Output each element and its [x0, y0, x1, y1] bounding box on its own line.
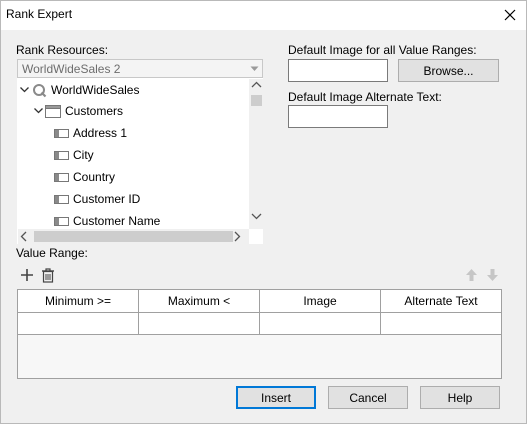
tree-item-label: Address 1 [73, 126, 128, 140]
plus-icon [21, 269, 33, 281]
value-range-table[interactable]: Minimum >= Maximum < Image Alternate Tex… [17, 289, 502, 379]
chevron-down-icon[interactable] [251, 213, 262, 220]
cell-minimum[interactable] [18, 313, 139, 335]
field-icon [54, 194, 69, 204]
tree-item-label: WorldWideSales [51, 83, 140, 97]
help-button[interactable]: Help [420, 386, 500, 409]
table-header: Minimum >= Maximum < Image Alternate Tex… [18, 290, 502, 313]
arrow-down-icon [486, 269, 498, 281]
tree-item-city[interactable]: City [54, 144, 94, 166]
add-range-button[interactable] [18, 266, 36, 284]
query-icon [33, 83, 47, 97]
tree-item-worldwidesales[interactable]: WorldWideSales [18, 79, 139, 101]
cell-maximum[interactable] [139, 313, 260, 335]
title-bar: Rank Expert [1, 1, 526, 30]
field-icon [54, 172, 69, 182]
trash-icon [42, 267, 54, 283]
collapse-toggle[interactable] [32, 105, 44, 117]
close-icon [504, 9, 516, 21]
rank-resources-select[interactable]: WorldWideSales 2 [17, 59, 263, 78]
column-header-maximum[interactable]: Maximum < [139, 290, 260, 313]
rank-resources-label: Rank Resources: [16, 43, 109, 57]
chevron-down-icon [19, 87, 29, 93]
collapse-toggle[interactable] [18, 84, 30, 96]
chevron-up-icon[interactable] [251, 81, 262, 88]
chevron-left-icon[interactable] [20, 231, 27, 242]
field-icon [54, 128, 69, 138]
tree-vertical-scrollbar[interactable] [249, 79, 264, 229]
insert-button[interactable]: Insert [236, 386, 316, 409]
scrollbar-thumb[interactable] [251, 95, 262, 106]
column-header-alternate-text[interactable]: Alternate Text [381, 290, 502, 313]
browse-button[interactable]: Browse... [398, 59, 499, 82]
value-range-label: Value Range: [16, 246, 88, 260]
arrow-up-icon [465, 269, 477, 281]
table-row[interactable] [18, 313, 502, 335]
tree-item-country[interactable]: Country [54, 166, 115, 188]
alt-text-field[interactable] [288, 105, 388, 128]
tree-item-label: Customers [65, 104, 124, 118]
tree-item-label: City [73, 148, 94, 162]
default-image-label: Default Image for all Value Ranges: [288, 43, 477, 57]
default-image-field[interactable] [288, 59, 388, 82]
close-button[interactable] [498, 3, 522, 27]
cell-image[interactable] [260, 313, 381, 335]
delete-range-button[interactable] [39, 266, 57, 284]
tree-item-label: Country [73, 170, 116, 184]
tree-item-address-1[interactable]: Address 1 [54, 122, 127, 144]
tree-item-customers[interactable]: Customers [32, 100, 123, 122]
chevron-down-icon [33, 108, 43, 114]
chevron-right-icon[interactable] [234, 231, 241, 242]
field-icon [54, 216, 69, 226]
table-icon [45, 104, 61, 118]
cell-alternate-text[interactable] [381, 313, 502, 335]
column-header-image[interactable]: Image [260, 290, 381, 313]
alt-text-label: Default Image Alternate Text: [288, 90, 442, 104]
tree-horizontal-scrollbar[interactable] [18, 229, 249, 244]
cancel-button[interactable]: Cancel [328, 386, 408, 409]
tree-item-customer-id[interactable]: Customer ID [54, 188, 140, 210]
tree-item-label: Customer Name [73, 214, 161, 228]
resource-tree[interactable]: WorldWideSales Customers Address 1 City … [17, 78, 264, 244]
rank-resources-selected: WorldWideSales 2 [22, 62, 121, 76]
move-down-button[interactable] [483, 266, 501, 284]
move-up-button[interactable] [462, 266, 480, 284]
dialog-title: Rank Expert [6, 7, 73, 21]
column-header-minimum[interactable]: Minimum >= [18, 290, 139, 313]
field-icon [54, 150, 69, 160]
tree-item-label: Customer ID [73, 192, 141, 206]
scrollbar-thumb[interactable] [34, 231, 233, 242]
rank-expert-dialog: Rank Expert Rank Resources: WorldWideSal… [0, 0, 527, 424]
chevron-down-icon [250, 66, 259, 71]
